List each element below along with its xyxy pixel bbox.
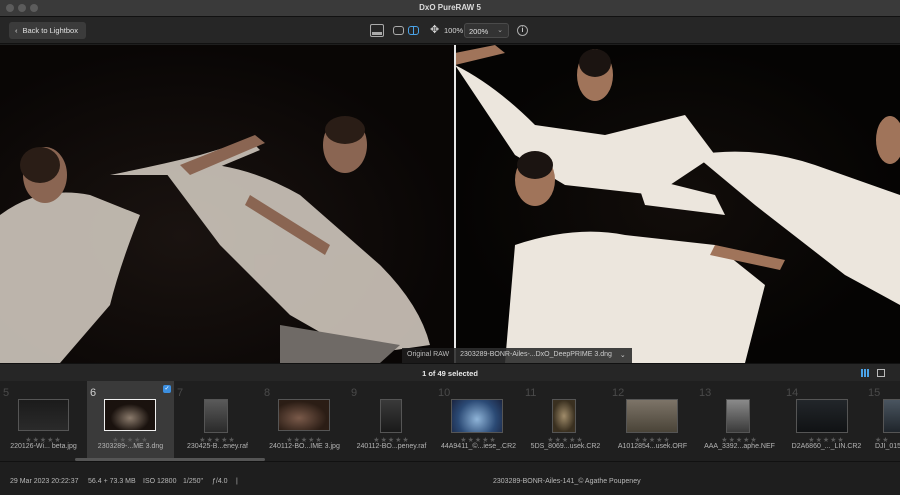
selection-count: 1 of 49 selected	[422, 369, 478, 378]
thumbnail	[626, 399, 678, 433]
image-viewer[interactable]: Original RAW 2303289-BONR-Ailes-...DxO_D…	[0, 45, 900, 363]
film-item[interactable]: 14 ★★★★★ D2A6860_..._LIN.CR2	[783, 381, 870, 461]
processed-file-label: 2303289-BONR-Ailes-...DxO_DeepPRIME 3.dn…	[460, 351, 612, 358]
back-to-lightbox-button[interactable]: ‹ Back to Lightbox	[9, 22, 86, 39]
chevron-down-icon: ⌄	[497, 27, 503, 34]
compare-split-handle[interactable]	[454, 45, 456, 363]
item-number: 14	[786, 387, 799, 399]
file-name: A1012854...usek.ORF	[617, 443, 688, 450]
film-item[interactable]: 5 ★★★★★ 220126-Wi... beta.jpg	[0, 381, 87, 461]
film-item[interactable]: 12 ★★★★★ A1012854...usek.ORF	[609, 381, 696, 461]
film-item[interactable]: 11 ★★★★★ 5DS_8069...usek.CR2	[522, 381, 609, 461]
film-item[interactable]: 8 ★★★★★ 240112-BO...IME 3.jpg	[261, 381, 348, 461]
thumbnail	[104, 399, 156, 431]
processed-image	[445, 45, 900, 363]
chevron-down-icon: ⌄	[619, 352, 626, 359]
file-name: 5DS_8069...usek.CR2	[530, 443, 601, 450]
pan-move-icon[interactable]: ✥	[430, 24, 439, 37]
info-icon[interactable]: i	[517, 25, 528, 36]
compare-labels: Original RAW 2303289-BONR-Ailes-...DxO_D…	[402, 348, 632, 363]
thumbnail	[796, 399, 848, 433]
toolbar: ‹ Back to Lightbox ✥ 100% 200% ⌄ i	[0, 17, 900, 44]
image-caption: 2303289-BONR-Ailes-141_© Agathe Poupeney	[493, 478, 641, 485]
item-number: 13	[699, 387, 712, 399]
aperture: ƒ/4.0	[212, 478, 228, 485]
split-view-icon[interactable]	[408, 26, 419, 35]
selected-check-icon[interactable]: ✓	[163, 385, 171, 393]
capture-date: 29 Mar 2023 20:22:37	[10, 478, 79, 485]
thumbnail	[278, 399, 330, 431]
iso-value: ISO 12800	[143, 478, 177, 485]
file-name: 220126-Wi... beta.jpg	[10, 443, 77, 450]
original-image	[0, 45, 455, 363]
file-name: DJI_015	[875, 443, 900, 450]
filmstrip[interactable]: 5 ★★★★★ 220126-Wi... beta.jpg 6 ✓ ★★★★★ …	[0, 381, 900, 461]
film-item[interactable]: 6 ✓ ★★★★★ 2303289-...ME 3.dng	[87, 381, 174, 461]
back-label: Back to Lightbox	[22, 26, 78, 35]
film-item[interactable]: 9 ★★★★★ 240112-BO...peney.raf	[348, 381, 435, 461]
thumbnail	[726, 399, 750, 433]
thumbnail	[451, 399, 503, 433]
thumbnail	[18, 399, 69, 431]
thumbnail	[204, 399, 228, 433]
processed-photo	[445, 45, 900, 363]
thumbnail	[380, 399, 402, 433]
chevron-left-icon: ‹	[15, 26, 18, 35]
item-number: 6	[90, 387, 97, 399]
single-view-icon[interactable]	[393, 26, 404, 35]
file-name: D2A6860_..._LIN.CR2	[791, 443, 862, 450]
grid-view-icon[interactable]	[877, 369, 885, 377]
original-photo	[0, 116, 430, 363]
zoom-select-value: 200%	[469, 27, 489, 36]
thumbnail	[883, 399, 900, 433]
item-number: 5	[3, 387, 10, 399]
file-name: AAA_3392...aphe.NEF	[704, 443, 775, 450]
file-name: 44A9411_©...iese_.CR2	[440, 443, 517, 450]
filmstrip-toggle-icon[interactable]	[370, 24, 384, 37]
zoom-select[interactable]: 200% ⌄	[464, 23, 509, 38]
original-raw-label: Original RAW	[402, 348, 455, 363]
file-name: 240112-BO...IME 3.jpg	[269, 443, 340, 450]
film-item[interactable]: 10 ★★★★★ 44A9411_©...iese_.CR2	[435, 381, 522, 461]
film-item[interactable]: 15 ★★ DJI_015	[865, 381, 900, 461]
item-number: 11	[525, 387, 537, 399]
shutter-speed: 1/250"	[183, 478, 204, 485]
separator: |	[236, 478, 238, 485]
thumbnail	[552, 399, 576, 433]
title-bar: DxO PureRAW 5	[0, 0, 900, 17]
item-number: 9	[351, 387, 358, 399]
status-bar: 29 Mar 2023 20:22:37 56.4 + 73.3 MB ISO …	[0, 461, 900, 495]
file-name: 2303289-...ME 3.dng	[97, 443, 164, 450]
window-title: DxO PureRAW 5	[419, 3, 481, 12]
file-name: 240112-BO...peney.raf	[356, 443, 427, 450]
filmstrip-header: 1 of 49 selected	[0, 363, 900, 381]
item-number: 10	[438, 387, 451, 399]
zoom-fit-button[interactable]: 100%	[444, 26, 463, 35]
item-number: 8	[264, 387, 271, 399]
file-size: 56.4 + 73.3 MB	[88, 478, 136, 485]
processed-file-select[interactable]: 2303289-BONR-Ailes-...DxO_DeepPRIME 3.dn…	[454, 348, 632, 363]
item-number: 15	[868, 387, 881, 399]
film-item[interactable]: 13 ★★★★★ AAA_3392...aphe.NEF	[696, 381, 783, 461]
list-view-icon[interactable]	[861, 369, 869, 377]
file-name: 230425-B...eney.raf	[187, 443, 248, 450]
item-number: 7	[177, 387, 184, 399]
film-item[interactable]: 7 ★★★★★ 230425-B...eney.raf	[174, 381, 261, 461]
item-number: 12	[612, 387, 625, 399]
